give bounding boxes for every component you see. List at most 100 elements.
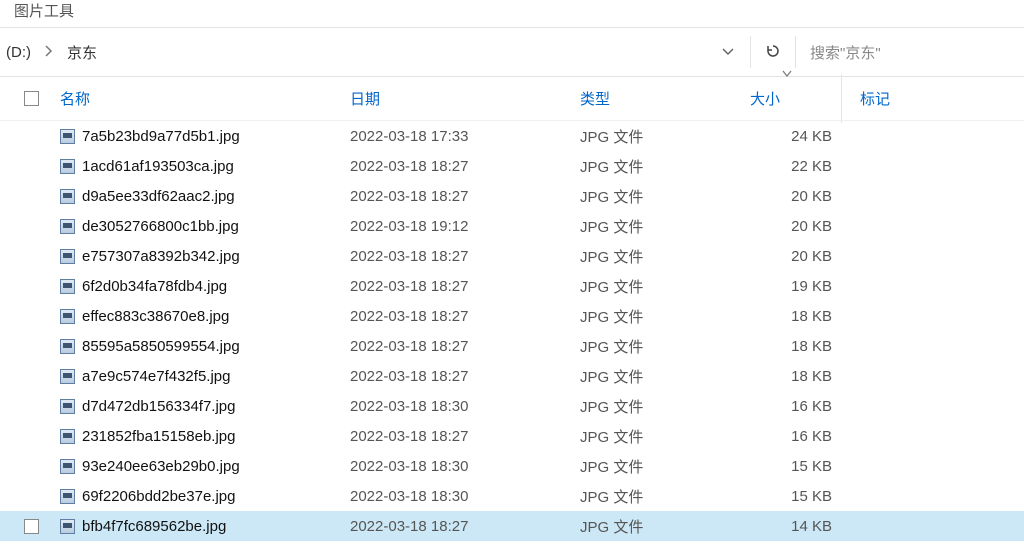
file-size: 19 KB (750, 278, 844, 295)
file-type: JPG 文件 (580, 336, 750, 357)
column-header-size-label: 大小 (750, 91, 780, 108)
ribbon-context-tab[interactable]: 图片工具 (0, 0, 1024, 27)
file-name: 85595a5850599554.jpg (82, 338, 350, 355)
file-row[interactable]: d7d472db156334f7.jpg2022-03-18 18:30JPG … (0, 391, 1024, 421)
file-type: JPG 文件 (580, 396, 750, 417)
file-size: 20 KB (750, 188, 844, 205)
column-header-tags[interactable]: 标记 (860, 88, 1024, 109)
address-dropdown-button[interactable] (706, 43, 750, 62)
column-header-type[interactable]: 类型 (580, 88, 750, 109)
file-name: 1acd61af193503ca.jpg (82, 158, 350, 175)
file-type: JPG 文件 (580, 366, 750, 387)
file-name: effec883c38670e8.jpg (82, 308, 350, 325)
file-type: JPG 文件 (580, 156, 750, 177)
file-name: 93e240ee63eb29b0.jpg (82, 458, 350, 475)
file-name: de3052766800c1bb.jpg (82, 218, 350, 235)
checkbox-icon (24, 91, 39, 106)
image-file-icon (60, 189, 82, 204)
file-row[interactable]: 7a5b23bd9a77d5b1.jpg2022-03-18 17:33JPG … (0, 121, 1024, 151)
file-size: 20 KB (750, 218, 844, 235)
file-size: 16 KB (750, 398, 844, 415)
file-row[interactable]: de3052766800c1bb.jpg2022-03-18 19:12JPG … (0, 211, 1024, 241)
file-row[interactable]: bfb4f7fc689562be.jpg2022-03-18 18:27JPG … (0, 511, 1024, 541)
file-row[interactable]: effec883c38670e8.jpg2022-03-18 18:27JPG … (0, 301, 1024, 331)
file-row[interactable]: e757307a8392b342.jpg2022-03-18 18:27JPG … (0, 241, 1024, 271)
file-row[interactable]: 231852fba15158eb.jpg2022-03-18 18:27JPG … (0, 421, 1024, 451)
file-size: 14 KB (750, 518, 844, 535)
file-row[interactable]: 85595a5850599554.jpg2022-03-18 18:27JPG … (0, 331, 1024, 361)
file-row[interactable]: d9a5ee33df62aac2.jpg2022-03-18 18:27JPG … (0, 181, 1024, 211)
column-header-size[interactable]: 大小 (750, 88, 860, 109)
file-size: 18 KB (750, 368, 844, 385)
breadcrumb-bar[interactable]: (D:) 京东 (0, 42, 706, 63)
column-separator[interactable] (841, 74, 842, 123)
breadcrumb-folder[interactable]: 京东 (65, 42, 99, 63)
file-date: 2022-03-18 18:30 (350, 488, 580, 505)
row-checkbox[interactable] (24, 519, 60, 534)
file-size: 15 KB (750, 488, 844, 505)
file-date: 2022-03-18 18:27 (350, 518, 580, 535)
column-header-name[interactable]: 名称 (60, 88, 350, 109)
file-name: d7d472db156334f7.jpg (82, 398, 350, 415)
column-header-row: 名称 日期 类型 大小 标记 (0, 77, 1024, 121)
image-file-icon (60, 339, 82, 354)
refresh-button[interactable] (751, 43, 795, 62)
image-file-icon (60, 489, 82, 504)
file-type: JPG 文件 (580, 306, 750, 327)
file-size: 24 KB (750, 128, 844, 145)
file-name: bfb4f7fc689562be.jpg (82, 518, 350, 535)
select-all-checkbox[interactable] (24, 91, 60, 106)
image-file-icon (60, 369, 82, 384)
file-row[interactable]: 93e240ee63eb29b0.jpg2022-03-18 18:30JPG … (0, 451, 1024, 481)
image-file-icon (60, 279, 82, 294)
file-type: JPG 文件 (580, 276, 750, 297)
file-name: d9a5ee33df62aac2.jpg (82, 188, 350, 205)
image-file-icon (60, 129, 82, 144)
search-input[interactable]: 搜索"京东" (796, 42, 1024, 63)
file-name: 69f2206bdd2be37e.jpg (82, 488, 350, 505)
file-size: 18 KB (750, 338, 844, 355)
sort-descending-icon (782, 70, 792, 81)
file-size: 20 KB (750, 248, 844, 265)
file-row[interactable]: 6f2d0b34fa78fdb4.jpg2022-03-18 18:27JPG … (0, 271, 1024, 301)
file-date: 2022-03-18 18:27 (350, 248, 580, 265)
chevron-right-icon[interactable] (33, 43, 65, 62)
image-file-icon (60, 249, 82, 264)
column-header-date[interactable]: 日期 (350, 88, 580, 109)
file-size: 18 KB (750, 308, 844, 325)
file-row[interactable]: 1acd61af193503ca.jpg2022-03-18 18:27JPG … (0, 151, 1024, 181)
image-file-icon (60, 399, 82, 414)
file-row[interactable]: a7e9c574e7f432f5.jpg2022-03-18 18:27JPG … (0, 361, 1024, 391)
file-date: 2022-03-18 18:27 (350, 338, 580, 355)
address-row: (D:) 京东 搜索"京东" (0, 28, 1024, 76)
file-type: JPG 文件 (580, 186, 750, 207)
image-file-icon (60, 309, 82, 324)
file-name: 7a5b23bd9a77d5b1.jpg (82, 128, 350, 145)
file-size: 16 KB (750, 428, 844, 445)
file-type: JPG 文件 (580, 456, 750, 477)
file-date: 2022-03-18 18:30 (350, 458, 580, 475)
file-date: 2022-03-18 17:33 (350, 128, 580, 145)
file-date: 2022-03-18 19:12 (350, 218, 580, 235)
file-type: JPG 文件 (580, 486, 750, 507)
file-name: a7e9c574e7f432f5.jpg (82, 368, 350, 385)
file-date: 2022-03-18 18:27 (350, 308, 580, 325)
image-file-icon (60, 459, 82, 474)
file-type: JPG 文件 (580, 126, 750, 147)
checkbox-icon (24, 519, 39, 534)
file-list: 7a5b23bd9a77d5b1.jpg2022-03-18 17:33JPG … (0, 121, 1024, 541)
file-size: 15 KB (750, 458, 844, 475)
file-name: 6f2d0b34fa78fdb4.jpg (82, 278, 350, 295)
image-file-icon (60, 429, 82, 444)
breadcrumb-drive[interactable]: (D:) (4, 44, 33, 61)
file-type: JPG 文件 (580, 516, 750, 537)
image-file-icon (60, 219, 82, 234)
file-date: 2022-03-18 18:27 (350, 188, 580, 205)
file-row[interactable]: 69f2206bdd2be37e.jpg2022-03-18 18:30JPG … (0, 481, 1024, 511)
file-name: e757307a8392b342.jpg (82, 248, 350, 265)
file-type: JPG 文件 (580, 216, 750, 237)
image-file-icon (60, 159, 82, 174)
file-type: JPG 文件 (580, 426, 750, 447)
file-name: 231852fba15158eb.jpg (82, 428, 350, 445)
image-file-icon (60, 519, 82, 534)
